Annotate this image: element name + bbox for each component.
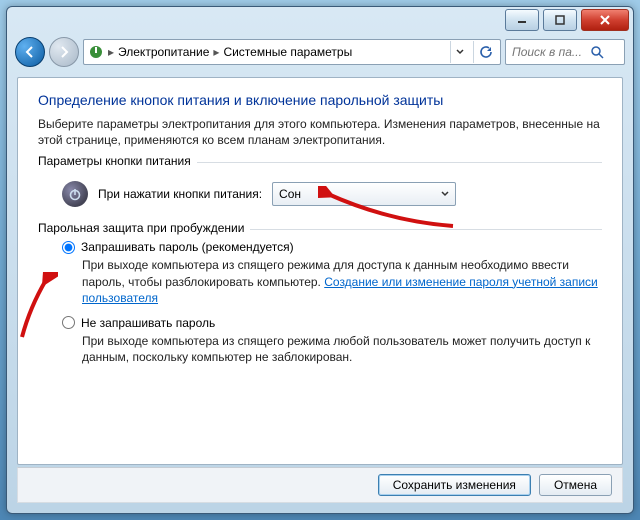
navigation-row: ▸ Электропитание ▸ Системные параметры — [7, 35, 633, 69]
power-action-value: Сон — [279, 187, 301, 201]
power-icon — [62, 181, 88, 207]
option-require-password: Запрашивать пароль (рекомендуется) При в… — [38, 238, 602, 314]
power-action-select[interactable]: Сон — [272, 182, 456, 206]
maximize-button[interactable] — [543, 9, 577, 31]
power-press-label: При нажатии кнопки питания: — [98, 187, 262, 201]
maximize-icon — [555, 15, 565, 25]
arrow-left-icon — [23, 45, 37, 59]
close-icon — [599, 15, 611, 25]
option-no-password: Не запрашивать пароль При выходе компьют… — [38, 314, 602, 373]
group-password: Парольная защита при пробуждении Запраши… — [38, 229, 602, 373]
no-password-label: Не запрашивать пароль — [81, 316, 215, 330]
group-power-button: Параметры кнопки питания При нажатии кно… — [38, 162, 602, 219]
forward-button[interactable] — [49, 37, 79, 67]
minimize-icon — [517, 15, 527, 25]
power-plan-icon — [88, 44, 104, 60]
power-button-row: При нажатии кнопки питания: Сон — [38, 171, 602, 219]
back-button[interactable] — [15, 37, 45, 67]
page-intro: Выберите параметры электропитания для эт… — [38, 116, 602, 148]
cancel-button[interactable]: Отмена — [539, 474, 612, 496]
save-button[interactable]: Сохранить изменения — [378, 474, 531, 496]
search-box[interactable] — [505, 39, 625, 65]
power-symbol-icon — [68, 187, 82, 201]
no-password-radio[interactable] — [62, 316, 75, 329]
group-password-legend: Парольная защита при пробуждении — [38, 221, 250, 235]
refresh-button[interactable] — [473, 41, 496, 63]
require-password-desc: При выходе компьютера из спящего режима … — [82, 257, 602, 306]
breadcrumb-level1[interactable]: Электропитание — [118, 45, 209, 59]
chevron-right-icon: ▸ — [213, 45, 219, 59]
search-input[interactable] — [510, 44, 586, 60]
chevron-right-icon: ▸ — [108, 45, 114, 59]
arrow-right-icon — [57, 45, 71, 59]
search-icon — [590, 45, 604, 59]
titlebar — [7, 7, 633, 35]
window-frame: ▸ Электропитание ▸ Системные параметры О… — [6, 6, 634, 514]
require-password-label: Запрашивать пароль (рекомендуется) — [81, 240, 294, 254]
page-title: Определение кнопок питания и включение п… — [38, 92, 602, 108]
require-password-radio[interactable] — [62, 241, 75, 254]
chevron-down-icon — [441, 190, 449, 198]
close-button[interactable] — [581, 9, 629, 31]
chevron-down-icon — [456, 48, 464, 56]
button-row: Сохранить изменения Отмена — [17, 467, 623, 503]
minimize-button[interactable] — [505, 9, 539, 31]
no-password-desc: При выходе компьютера из спящего режима … — [82, 333, 602, 365]
group-power-legend: Параметры кнопки питания — [38, 154, 197, 168]
content-panel: Определение кнопок питания и включение п… — [17, 77, 623, 465]
address-dropdown[interactable] — [450, 41, 469, 63]
address-bar[interactable]: ▸ Электропитание ▸ Системные параметры — [83, 39, 501, 65]
refresh-icon — [478, 45, 492, 59]
breadcrumb-level2[interactable]: Системные параметры — [223, 45, 352, 59]
